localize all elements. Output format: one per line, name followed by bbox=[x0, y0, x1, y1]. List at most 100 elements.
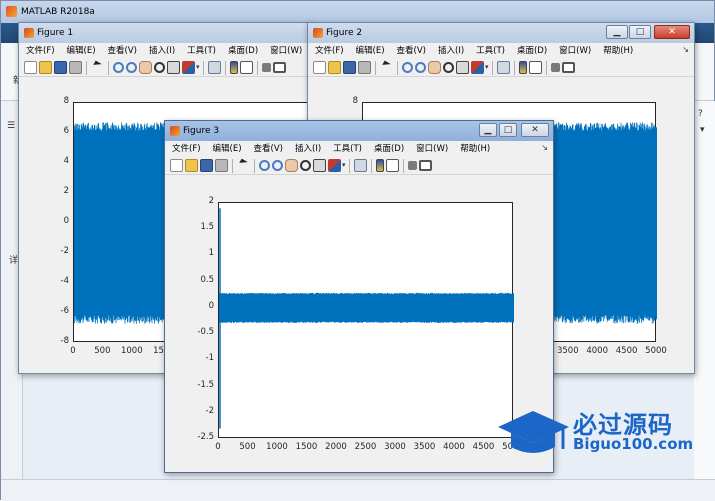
ytick-label: 2 bbox=[208, 196, 214, 206]
figure-2-toolbar: ▾ bbox=[308, 59, 694, 77]
colorbar-icon[interactable] bbox=[375, 159, 384, 172]
open-file-icon[interactable] bbox=[185, 159, 198, 172]
link-plot-icon[interactable] bbox=[207, 61, 221, 74]
save-icon[interactable] bbox=[343, 61, 356, 74]
save-icon[interactable] bbox=[54, 61, 67, 74]
figure-1-titlebar[interactable]: Figure 1 bbox=[19, 23, 311, 43]
xtick-label: 4500 bbox=[615, 346, 638, 356]
watermark-english-text: Biguo100.com bbox=[573, 435, 694, 453]
rotate-3d-icon[interactable] bbox=[154, 62, 165, 73]
menu-tools[interactable]: 工具(T) bbox=[326, 141, 362, 157]
minimize-button[interactable]: ▁ bbox=[606, 25, 628, 39]
new-figure-icon[interactable] bbox=[24, 61, 37, 74]
menu-edit[interactable]: 编辑(E) bbox=[206, 141, 242, 157]
brush-icon[interactable] bbox=[471, 61, 484, 74]
menu-insert[interactable]: 插入(I) bbox=[288, 141, 321, 157]
zoom-out-icon[interactable] bbox=[415, 62, 426, 73]
print-icon[interactable] bbox=[215, 159, 228, 172]
menu-window[interactable]: 窗口(W) bbox=[552, 43, 591, 59]
show-plot-tools-icon[interactable] bbox=[561, 62, 575, 73]
menu-file[interactable]: 文件(F) bbox=[165, 141, 201, 157]
brush-dropdown-icon[interactable]: ▾ bbox=[485, 63, 489, 71]
help-icon[interactable]: ? bbox=[698, 109, 703, 119]
brush-dropdown-icon[interactable]: ▾ bbox=[342, 161, 346, 169]
maximize-button[interactable]: □ bbox=[499, 123, 517, 137]
legend-icon[interactable] bbox=[385, 159, 399, 172]
hide-plot-tools-icon[interactable] bbox=[261, 63, 271, 72]
new-figure-icon[interactable] bbox=[313, 61, 326, 74]
data-cursor-icon[interactable] bbox=[313, 159, 326, 172]
zoom-in-icon[interactable] bbox=[113, 62, 124, 73]
legend-icon[interactable] bbox=[239, 61, 253, 74]
edit-plot-icon[interactable] bbox=[237, 159, 250, 172]
edit-plot-icon[interactable] bbox=[91, 61, 104, 74]
menu-desktop[interactable]: 桌面(D) bbox=[221, 43, 258, 59]
open-file-icon[interactable] bbox=[39, 61, 52, 74]
brush-icon[interactable] bbox=[328, 159, 341, 172]
print-icon[interactable] bbox=[69, 61, 82, 74]
brush-dropdown-icon[interactable]: ▾ bbox=[196, 63, 200, 71]
data-cursor-icon[interactable] bbox=[456, 61, 469, 74]
save-icon[interactable] bbox=[200, 159, 213, 172]
menu-window[interactable]: 窗口(W) bbox=[263, 43, 302, 59]
edit-plot-icon[interactable] bbox=[380, 61, 393, 74]
toolbar-separator bbox=[397, 61, 398, 75]
rotate-3d-icon[interactable] bbox=[443, 62, 454, 73]
hide-plot-tools-icon[interactable] bbox=[550, 63, 560, 72]
link-plot-icon[interactable] bbox=[353, 159, 367, 172]
collapse-icon[interactable]: ▾ bbox=[700, 125, 705, 135]
menu-edit[interactable]: 编辑(E) bbox=[349, 43, 385, 59]
pan-icon[interactable] bbox=[285, 159, 298, 172]
zoom-in-icon[interactable] bbox=[402, 62, 413, 73]
close-button[interactable]: ✕ bbox=[521, 123, 549, 137]
figure-1-title: Figure 1 bbox=[37, 28, 74, 38]
data-cursor-icon[interactable] bbox=[167, 61, 180, 74]
colorbar-icon[interactable] bbox=[518, 61, 527, 74]
menu-desktop[interactable]: 桌面(D) bbox=[510, 43, 547, 59]
menu-tools[interactable]: 工具(T) bbox=[469, 43, 505, 59]
rotate-3d-icon[interactable] bbox=[300, 160, 311, 171]
print-icon[interactable] bbox=[358, 61, 371, 74]
menu-view[interactable]: 查看(V) bbox=[101, 43, 137, 59]
figure-2-titlebar[interactable]: Figure 2 ▁ □ ✕ bbox=[308, 23, 694, 43]
brush-icon[interactable] bbox=[182, 61, 195, 74]
menu-view[interactable]: 查看(V) bbox=[247, 141, 283, 157]
side-arrow-icon[interactable]: ☰ bbox=[7, 121, 15, 131]
zoom-in-icon[interactable] bbox=[259, 160, 270, 171]
minimize-button[interactable]: ▁ bbox=[479, 123, 497, 137]
xtick-label: 4000 bbox=[443, 442, 465, 452]
menu-file[interactable]: 文件(F) bbox=[308, 43, 344, 59]
menu-tools[interactable]: 工具(T) bbox=[180, 43, 216, 59]
maximize-button[interactable]: □ bbox=[629, 25, 651, 39]
menu-insert[interactable]: 插入(I) bbox=[431, 43, 464, 59]
pan-icon[interactable] bbox=[139, 61, 152, 74]
new-figure-icon[interactable] bbox=[170, 159, 183, 172]
show-plot-tools-icon[interactable] bbox=[418, 160, 432, 171]
ytick-label: -4 bbox=[60, 276, 69, 286]
menu-file[interactable]: 文件(F) bbox=[19, 43, 55, 59]
figure-3-axes[interactable] bbox=[218, 202, 514, 438]
zoom-out-icon[interactable] bbox=[272, 160, 283, 171]
colorbar-icon[interactable] bbox=[229, 61, 238, 74]
matlab-status-bar bbox=[1, 479, 715, 501]
menu-view[interactable]: 查看(V) bbox=[390, 43, 426, 59]
menu-help[interactable]: 帮助(H) bbox=[596, 43, 633, 59]
hide-plot-tools-icon[interactable] bbox=[407, 161, 417, 170]
pan-icon[interactable] bbox=[428, 61, 441, 74]
menu-desktop[interactable]: 桌面(D) bbox=[367, 141, 404, 157]
menu-insert[interactable]: 插入(I) bbox=[142, 43, 175, 59]
close-button[interactable]: ✕ bbox=[654, 25, 690, 39]
figure-3-menubar: 文件(F) 编辑(E) 查看(V) 插入(I) 工具(T) 桌面(D) 窗口(W) 帮助(H)… bbox=[165, 141, 553, 157]
zoom-out-icon[interactable] bbox=[126, 62, 137, 73]
show-plot-tools-icon[interactable] bbox=[272, 62, 286, 73]
menu-window[interactable]: 窗口(W) bbox=[409, 141, 448, 157]
menu-dock-arrow-icon[interactable]: ↘ bbox=[682, 45, 689, 54]
menu-help[interactable]: 帮助(H) bbox=[453, 141, 490, 157]
figure-3-titlebar[interactable]: Figure 3 ▁ □ ✕ bbox=[165, 121, 553, 141]
link-plot-icon[interactable] bbox=[496, 61, 510, 74]
legend-icon[interactable] bbox=[528, 61, 542, 74]
menu-dock-arrow-icon[interactable]: ↘ bbox=[541, 143, 548, 152]
ytick-label: -1.5 bbox=[197, 379, 214, 390]
menu-edit[interactable]: 编辑(E) bbox=[60, 43, 96, 59]
open-file-icon[interactable] bbox=[328, 61, 341, 74]
